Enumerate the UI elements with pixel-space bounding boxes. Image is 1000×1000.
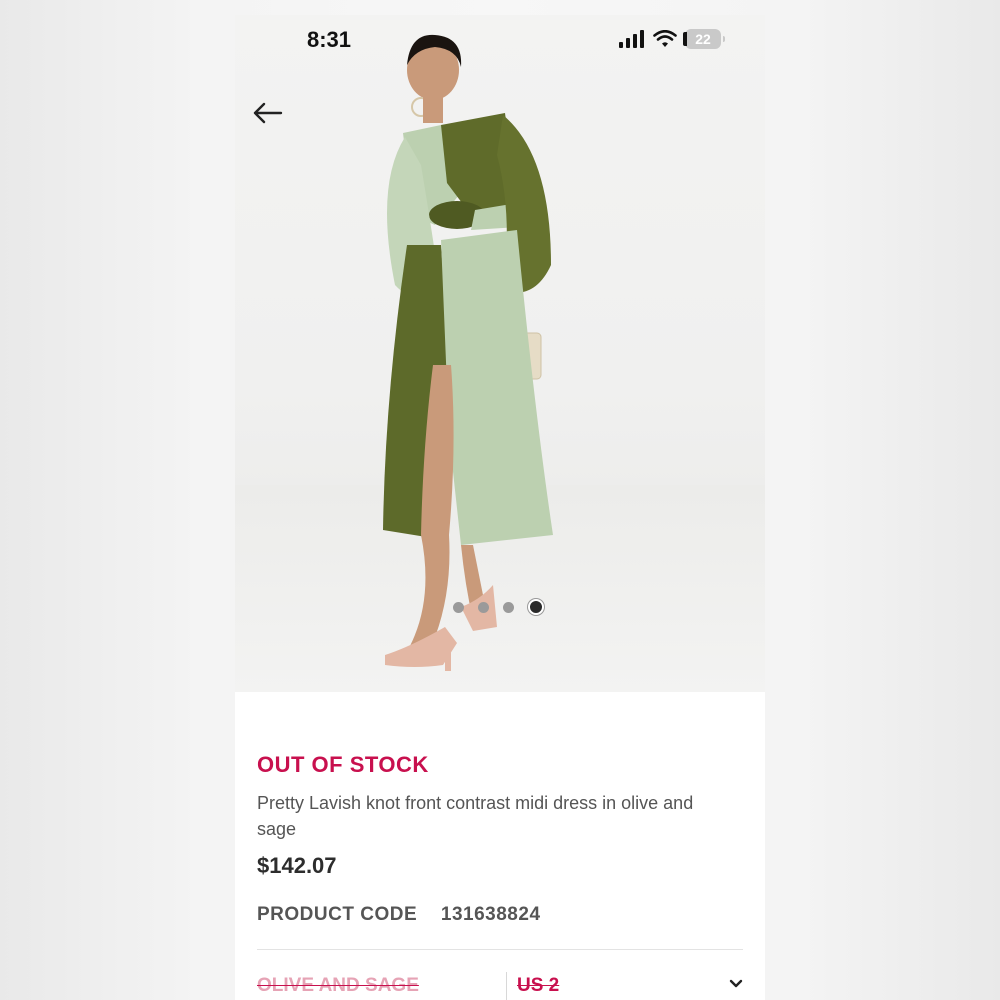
status-time: 8:31: [307, 27, 352, 52]
product-code-row: PRODUCT CODE 131638824: [257, 904, 541, 926]
product-price: $142.07: [257, 853, 337, 878]
size-selector[interactable]: US 2: [517, 975, 559, 997]
divider: [257, 949, 743, 950]
product-details: OUT OF STOCK Pretty Lavish knot front co…: [235, 692, 765, 1000]
status-bar: 8:31 22: [235, 15, 765, 65]
status-icons: 22: [619, 29, 725, 49]
phone-screen: 8:31 22 OUT OF STOCK Pretty Lavish knot …: [235, 15, 765, 1000]
product-code-label: PRODUCT CODE: [257, 904, 418, 925]
carousel-dot[interactable]: [453, 601, 464, 613]
model-illustration: [383, 34, 553, 671]
carousel-dot[interactable]: [478, 601, 489, 613]
back-button[interactable]: [251, 101, 291, 131]
product-code-value: 131638824: [440, 904, 541, 925]
option-separator: [506, 972, 507, 1000]
signal-icon: [619, 30, 644, 48]
carousel-dot-active[interactable]: [528, 599, 544, 615]
carousel-dot[interactable]: [503, 601, 514, 613]
stock-status: OUT OF STOCK: [257, 752, 429, 777]
color-selector[interactable]: OLIVE AND SAGE: [257, 975, 419, 997]
product-title: Pretty Lavish knot front contrast midi d…: [257, 793, 694, 839]
chevron-down-icon[interactable]: [729, 977, 743, 991]
wifi-icon: [653, 30, 677, 47]
product-image[interactable]: 8:31 22: [235, 15, 765, 692]
arrow-left-icon: [253, 102, 283, 124]
battery-icon: 22: [683, 29, 725, 49]
carousel-indicator: [453, 599, 544, 615]
